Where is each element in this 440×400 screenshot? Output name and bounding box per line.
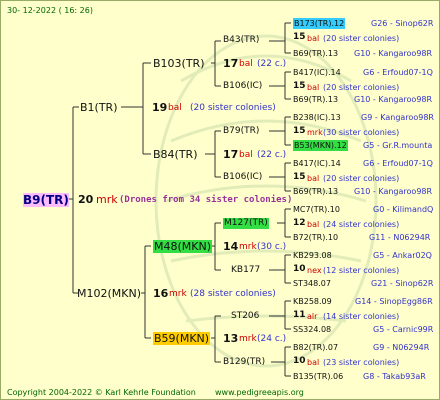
- gen5-drone[interactable]: ST348.07: [293, 278, 331, 289]
- gen5-queen[interactable]: MC7(TR).10: [293, 204, 340, 215]
- gen5-drone-info: G8 - Takab93aR: [363, 372, 426, 381]
- gen5-queen[interactable]: B417(IC).14: [293, 158, 341, 169]
- gen5-unit: bal: [307, 220, 320, 229]
- site-link[interactable]: www.pedigreeapis.org: [215, 387, 304, 398]
- gen2-queen-name[interactable]: B1(TR): [80, 101, 118, 114]
- gen4-mother[interactable]: B79(TR): [223, 126, 259, 137]
- gen3-queen-count: 14: [223, 240, 239, 253]
- gen5-count: 15: [293, 81, 306, 91]
- gen5-note: (23 sister colonies): [323, 358, 400, 367]
- gen5-drone[interactable]: B135(TR).06: [293, 371, 343, 382]
- gen3-queen-count: 17: [223, 148, 239, 161]
- gen5-queen[interactable]: KB258.09: [293, 296, 332, 307]
- gen3-queen-note: (22 c.): [257, 59, 287, 69]
- gen4-mother[interactable]: M127(TR): [223, 218, 269, 229]
- gen5-count: 15: [293, 126, 306, 136]
- pedigree-chart: 30- 12-2022 ( 16: 26) B9(TR) 20 mrk (Dro…: [0, 0, 440, 400]
- gen5-queen-info: G6 - Erfoud07-1Q: [363, 159, 433, 168]
- gen3-queen-note: (22 c.): [257, 150, 287, 160]
- gen5-count: 10: [293, 356, 306, 366]
- gen5-queen-info: G26 - Sinop62R: [371, 19, 434, 28]
- gen4-father[interactable]: B106(IC): [223, 172, 262, 183]
- gen5-unit: nex: [307, 266, 322, 275]
- gen5-note: (20 sister colonies): [323, 34, 400, 43]
- gen5-drone[interactable]: B53(MKN).12: [293, 140, 348, 151]
- root-queen-name[interactable]: B9(TR): [23, 193, 69, 207]
- gen2-queen-count: 19: [152, 101, 168, 114]
- gen3-queen-note: (24 c.): [257, 334, 287, 344]
- gen4-mother[interactable]: B43(TR): [223, 35, 259, 46]
- gen5-queen[interactable]: B173(TR).12: [293, 18, 346, 29]
- gen5-note: (20 sister colonies): [323, 83, 400, 92]
- gen5-drone-info: G5 - Carnic99R: [373, 325, 434, 334]
- gen5-unit: bal: [307, 83, 320, 92]
- gen3-queen-unit: bal: [239, 59, 253, 69]
- gen4-father[interactable]: B106(IC): [223, 81, 262, 92]
- gen5-drone-info: G11 - N06294R: [369, 233, 431, 242]
- gen4-father[interactable]: KB177: [231, 265, 260, 276]
- gen5-unit: bal: [307, 174, 320, 183]
- gen5-drone-info: G10 - Kangaroo98R: [354, 187, 433, 196]
- gen5-unit: alr: [307, 312, 318, 321]
- gen2-queen-note: (20 sister colonies): [190, 103, 276, 113]
- gen5-queen-info: G9 - N06294R: [373, 343, 430, 352]
- gen5-queen[interactable]: KB293.08: [293, 250, 332, 261]
- gen2-queen-unit: mrk: [169, 289, 187, 299]
- gen5-drone-info: G21 - Sinop62R: [371, 279, 434, 288]
- gen3-queen-count: 17: [223, 57, 239, 70]
- gen5-queen-info: G5 - Ankar02Q: [373, 251, 432, 260]
- gen4-mother[interactable]: ST206: [231, 311, 259, 322]
- gen5-queen-info: G9 - Kangaroo98R: [361, 113, 434, 122]
- copyright-text: Copyright 2004-2022 © Karl Kehrle Founda…: [7, 388, 196, 397]
- gen2-queen-count: 16: [153, 287, 169, 300]
- gen5-queen[interactable]: B82(TR).07: [293, 342, 338, 353]
- gen3-queen-unit: mrk: [239, 242, 257, 252]
- root-drones-unit: mrk: [96, 193, 118, 206]
- gen3-queen-name[interactable]: B59(MKN): [153, 332, 211, 345]
- gen3-queen-name[interactable]: M48(MKN): [153, 240, 213, 253]
- gen5-count: 10: [293, 264, 306, 274]
- gen5-drone[interactable]: B72(TR).10: [293, 232, 338, 243]
- gen5-drone[interactable]: B69(TR).13: [293, 48, 338, 59]
- gen5-unit: bal: [307, 358, 320, 367]
- gen5-unit: bal: [307, 34, 320, 43]
- gen5-queen-info: G6 - Erfoud07-1Q: [363, 68, 433, 77]
- gen5-note: (24 sister colonies): [323, 220, 400, 229]
- gen5-unit: mrk: [307, 128, 323, 137]
- gen5-drone[interactable]: B69(TR).13: [293, 186, 338, 197]
- gen2-queen-name[interactable]: M102(MKN): [77, 287, 141, 300]
- gen3-queen-unit: mrk: [239, 334, 257, 344]
- gen3-queen-name[interactable]: B84(TR): [153, 148, 198, 161]
- gen2-queen-note: (28 sister colonies): [190, 289, 276, 299]
- gen5-drone[interactable]: B69(TR).13: [293, 94, 338, 105]
- gen3-queen-note: (30 c.): [257, 242, 287, 252]
- gen2-queen-unit: bal: [168, 103, 182, 113]
- root-drones-count: 20: [78, 193, 94, 206]
- gen5-drone-info: G5 - Gr.R.mounta: [363, 141, 433, 150]
- gen5-queen-info: G14 - SinopEgg86R: [355, 297, 433, 306]
- gen3-queen-count: 13: [223, 332, 239, 345]
- root-drones-note: (Drones from 34 sister colonies): [119, 195, 293, 205]
- gen5-queen[interactable]: B238(IC).13: [293, 112, 341, 123]
- gen5-note: (14 sister colonies): [323, 312, 400, 321]
- gen5-drone[interactable]: SS324.08: [293, 324, 331, 335]
- gen3-queen-unit: bal: [239, 150, 253, 160]
- gen5-queen-info: G0 - KilimandQ: [373, 205, 434, 214]
- gen5-count: 11: [293, 310, 306, 320]
- timestamp: 30- 12-2022 ( 16: 26): [7, 6, 93, 15]
- gen5-queen[interactable]: B417(IC).14: [293, 67, 341, 78]
- gen4-father[interactable]: B129(TR): [223, 357, 265, 368]
- gen5-note: (30 sister colonies): [323, 128, 400, 137]
- gen5-drone-info: G10 - Kangaroo98R: [354, 49, 433, 58]
- gen5-count: 12: [293, 218, 306, 228]
- gen5-note: (12 sister colonies): [323, 266, 400, 275]
- gen5-count: 15: [293, 32, 306, 42]
- gen3-queen-name[interactable]: B103(TR): [153, 57, 205, 70]
- gen5-count: 15: [293, 172, 306, 182]
- gen5-note: (20 sister colonies): [323, 174, 400, 183]
- gen5-drone-info: G10 - Kangaroo98R: [354, 95, 433, 104]
